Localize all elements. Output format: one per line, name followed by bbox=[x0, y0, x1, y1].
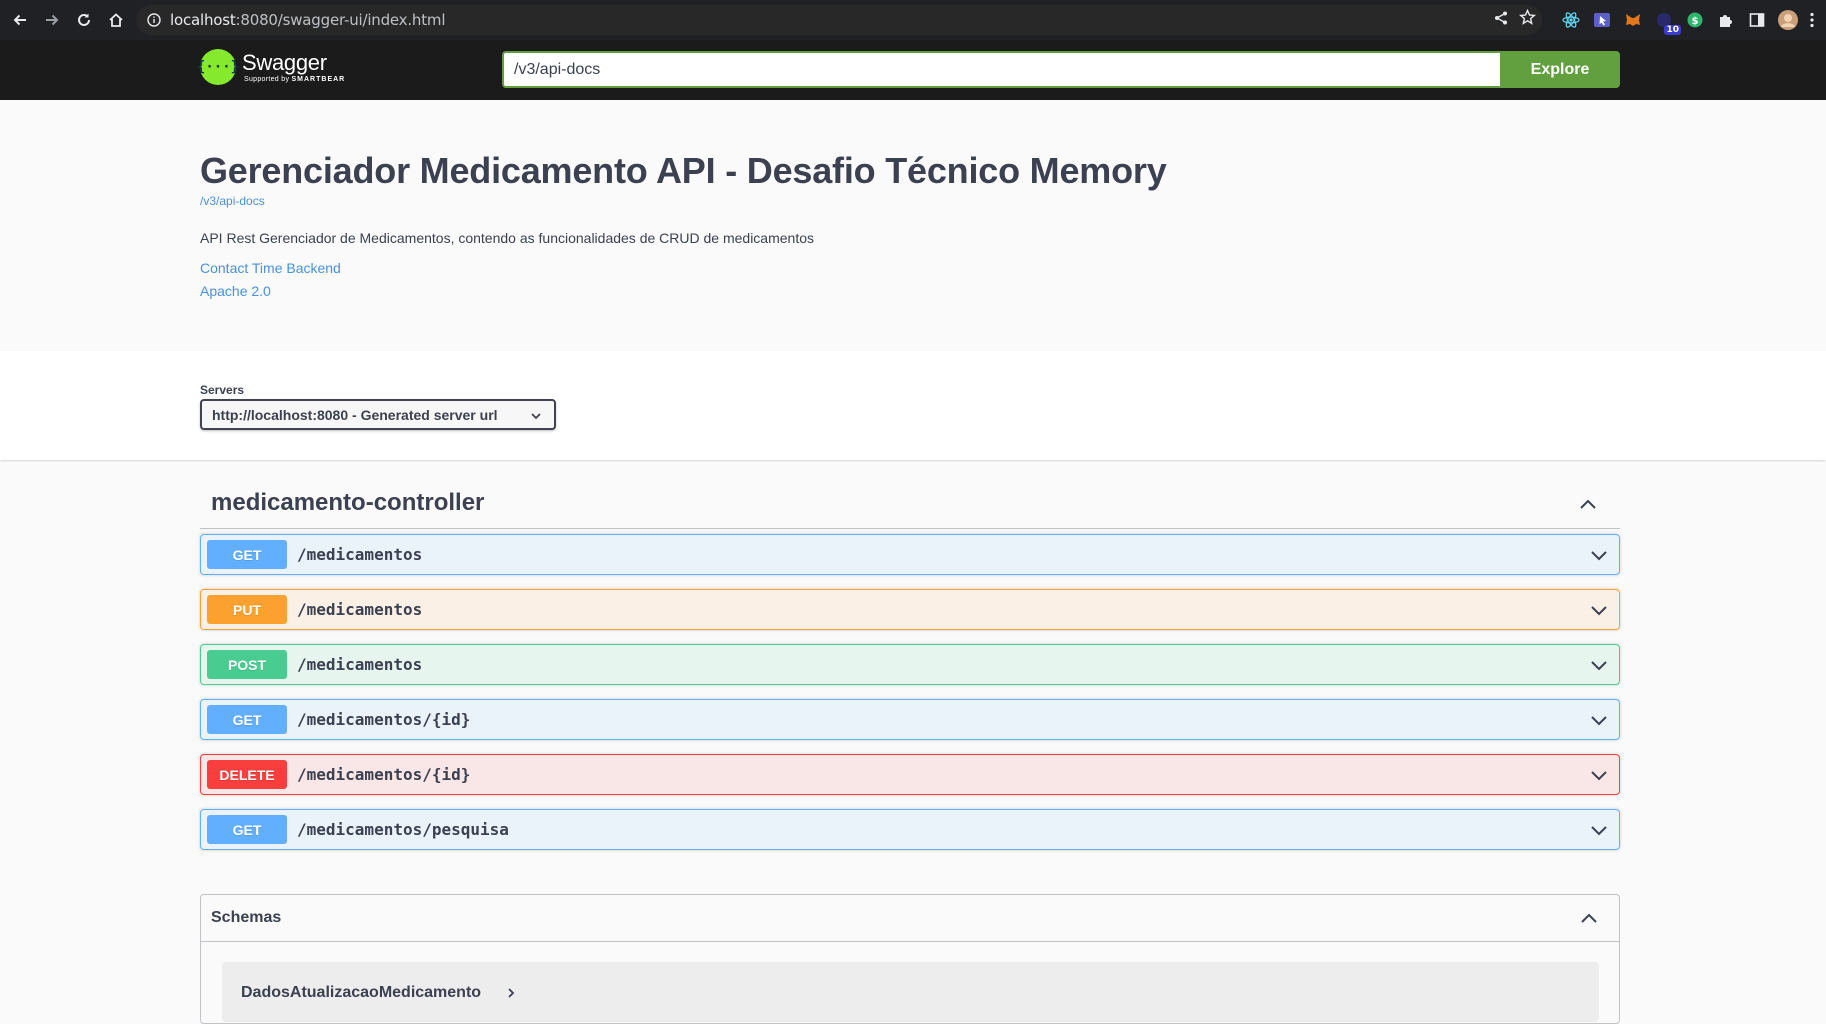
site-info-icon[interactable] bbox=[146, 12, 162, 28]
method-badge: DELETE bbox=[207, 760, 287, 789]
servers-select[interactable]: http://localhost:8080 - Generated server… bbox=[200, 399, 556, 430]
url-path: :8080/swagger-ui/index.html bbox=[235, 11, 446, 29]
chevron-down-icon[interactable] bbox=[1589, 822, 1609, 843]
operation-path: /medicamentos bbox=[297, 545, 423, 564]
swagger-logo-icon: {···} bbox=[197, 49, 239, 85]
servers-label: Servers bbox=[200, 383, 245, 397]
operation-path: /medicamentos/{id} bbox=[297, 710, 471, 729]
svg-text:$: $ bbox=[1692, 16, 1699, 27]
operation-get-medicamento-by-id[interactable]: GET /medicamentos/{id} bbox=[200, 699, 1620, 740]
reload-icon[interactable] bbox=[68, 4, 100, 36]
servers-selected-value: http://localhost:8080 - Generated server… bbox=[212, 406, 498, 423]
license-link[interactable]: Apache 2.0 bbox=[200, 283, 271, 299]
spec-url-link[interactable]: /v3/api-docs bbox=[200, 194, 265, 208]
metamask-icon[interactable] bbox=[1622, 9, 1644, 31]
cursor-extension-icon[interactable] bbox=[1591, 9, 1613, 31]
tag-title: medicamento-controller bbox=[211, 489, 485, 516]
logo-title: Swagger bbox=[242, 50, 327, 75]
method-badge: POST bbox=[207, 650, 287, 679]
home-icon[interactable] bbox=[100, 4, 132, 36]
chevron-down-icon bbox=[530, 409, 542, 425]
profile-avatar-icon[interactable] bbox=[1777, 9, 1799, 31]
schema-model-name: DadosAtualizacaoMedicamento bbox=[241, 984, 482, 1001]
url-text: localhost:8080/swagger-ui/index.html bbox=[170, 11, 445, 29]
puzzle-extensions-icon[interactable] bbox=[1715, 9, 1737, 31]
controller-section: medicamento-controller GET /medicamentos… bbox=[200, 481, 1620, 850]
operation-put-medicamentos[interactable]: PUT /medicamentos bbox=[200, 589, 1620, 630]
chevron-down-icon[interactable] bbox=[1589, 712, 1609, 733]
operation-get-medicamentos[interactable]: GET /medicamentos bbox=[200, 534, 1620, 575]
method-badge: GET bbox=[207, 540, 287, 569]
schema-model[interactable]: DadosAtualizacaoMedicamento bbox=[222, 962, 1599, 1022]
back-icon[interactable] bbox=[4, 4, 36, 36]
method-badge: PUT bbox=[207, 595, 287, 624]
react-devtools-icon[interactable] bbox=[1560, 9, 1582, 31]
schemas-section: Schemas DadosAtualizacaoMedicamento bbox=[200, 894, 1620, 1024]
method-badge: GET bbox=[207, 815, 287, 844]
logo-subtitle: Supported by SMARTBEAR bbox=[244, 76, 345, 83]
operation-path: /medicamentos/{id} bbox=[297, 765, 471, 784]
spec-url-input[interactable] bbox=[502, 51, 1500, 88]
chevron-up-icon[interactable] bbox=[1579, 909, 1599, 934]
browser-toolbar: localhost:8080/swagger-ui/index.html 10 … bbox=[0, 0, 1826, 40]
contact-link[interactable]: Contact Time Backend bbox=[200, 260, 341, 276]
api-description: API Rest Gerenciador de Medicamentos, co… bbox=[200, 230, 814, 246]
operation-post-medicamentos[interactable]: POST /medicamentos bbox=[200, 644, 1620, 685]
operation-path: /medicamentos/pesquisa bbox=[297, 820, 509, 839]
schemas-header[interactable]: Schemas bbox=[201, 895, 1619, 942]
method-badge: GET bbox=[207, 705, 287, 734]
swagger-topbar: {···} Swagger Supported by SMARTBEAR Exp… bbox=[0, 40, 1826, 100]
operation-path: /medicamentos bbox=[297, 655, 423, 674]
chevron-up-icon[interactable] bbox=[1578, 495, 1598, 520]
tag-header[interactable]: medicamento-controller bbox=[200, 481, 1620, 529]
extension-badge-count: 10 bbox=[1664, 25, 1681, 35]
forward-icon[interactable] bbox=[36, 4, 68, 36]
operation-get-medicamentos-pesquisa[interactable]: GET /medicamentos/pesquisa bbox=[200, 809, 1620, 850]
operation-path: /medicamentos bbox=[297, 600, 423, 619]
browser-menu-icon[interactable] bbox=[1808, 9, 1816, 31]
servers-section: Servers http://localhost:8080 - Generate… bbox=[0, 351, 1826, 460]
explore-button[interactable]: Explore bbox=[1500, 51, 1620, 88]
api-info: Gerenciador Medicamento API - Desafio Té… bbox=[0, 100, 1826, 351]
extension-badge-icon[interactable]: 10 bbox=[1653, 9, 1681, 35]
logo-sub-prefix: Supported by bbox=[244, 76, 292, 83]
logo-sub-brand: SMARTBEAR bbox=[291, 76, 346, 83]
operation-delete-medicamento-by-id[interactable]: DELETE /medicamentos/{id} bbox=[200, 754, 1620, 795]
chevron-down-icon[interactable] bbox=[1589, 767, 1609, 788]
chevron-down-icon[interactable] bbox=[1589, 547, 1609, 568]
side-panel-icon[interactable] bbox=[1746, 9, 1768, 31]
dollar-extension-icon[interactable]: $ bbox=[1684, 9, 1706, 31]
address-bar[interactable]: localhost:8080/swagger-ui/index.html bbox=[136, 5, 1542, 35]
bookmark-star-icon[interactable] bbox=[1518, 8, 1537, 31]
chevron-down-icon[interactable] bbox=[1589, 657, 1609, 678]
url-host: localhost bbox=[170, 11, 236, 29]
chevron-right-icon[interactable] bbox=[506, 986, 516, 1004]
share-icon[interactable] bbox=[1493, 10, 1509, 31]
explore-form: Explore bbox=[502, 51, 1620, 88]
schemas-title: Schemas bbox=[211, 909, 282, 926]
chevron-down-icon[interactable] bbox=[1589, 602, 1609, 623]
api-title: Gerenciador Medicamento API - Desafio Té… bbox=[200, 150, 1167, 191]
swagger-logo[interactable]: {···} Swagger Supported by SMARTBEAR bbox=[197, 49, 345, 85]
